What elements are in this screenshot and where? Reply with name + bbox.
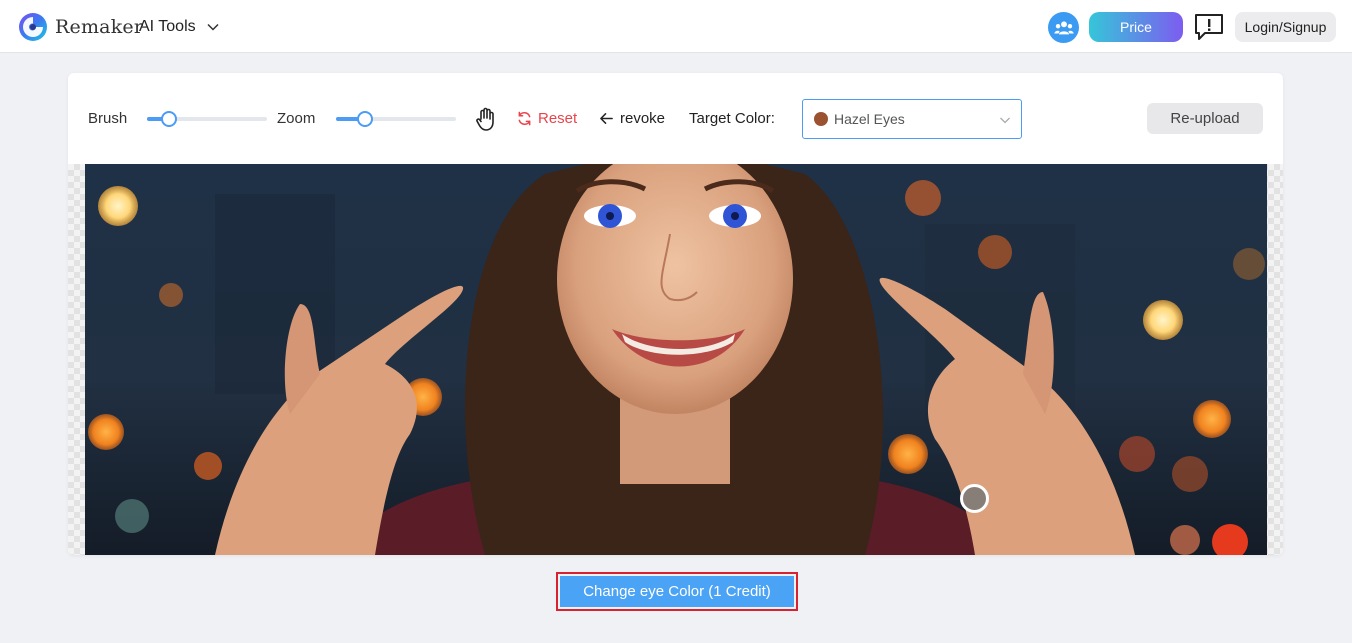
ai-tools-label: AI Tools — [139, 18, 196, 35]
community-icon — [1053, 20, 1074, 34]
revoke-button[interactable]: revoke — [599, 110, 665, 127]
brand-name[interactable]: Remaker — [55, 16, 143, 38]
change-eye-color-button[interactable]: Change eye Color (1 Credit) — [556, 572, 798, 611]
portrait-photo[interactable] — [85, 164, 1267, 555]
refresh-icon — [518, 111, 531, 126]
zoom-slider[interactable] — [336, 111, 456, 127]
feedback-icon[interactable] — [1193, 12, 1225, 42]
editor-toolbar: Brush Zoom Reset revoke Target Color: Ha… — [68, 73, 1283, 164]
chevron-down-icon — [207, 23, 219, 31]
ai-tools-menu[interactable]: AI Tools — [139, 18, 220, 36]
price-button[interactable]: Price — [1089, 12, 1183, 42]
change-eye-color-label: Change eye Color (1 Credit) — [560, 576, 794, 607]
top-header: Remaker AI Tools Price Login/Signup — [0, 0, 1352, 53]
brush-cursor — [960, 484, 989, 513]
remaker-logo[interactable] — [18, 12, 48, 42]
zoom-label: Zoom — [277, 110, 316, 127]
brush-slider[interactable] — [147, 111, 267, 127]
chevron-down-icon — [1000, 117, 1010, 124]
revoke-label: revoke — [620, 110, 666, 127]
reset-label: Reset — [538, 110, 578, 127]
login-signup-button[interactable]: Login/Signup — [1235, 12, 1336, 42]
community-button[interactable] — [1048, 12, 1079, 43]
brush-label: Brush — [88, 110, 128, 127]
brush-slider-thumb[interactable] — [161, 111, 177, 127]
target-color-label: Target Color: — [689, 110, 775, 127]
target-color-select[interactable]: Hazel Eyes — [802, 99, 1022, 139]
arrow-left-icon — [600, 113, 613, 124]
reupload-button[interactable]: Re-upload — [1147, 103, 1263, 134]
zoom-slider-thumb[interactable] — [357, 111, 373, 127]
target-color-value: Hazel Eyes — [834, 111, 905, 127]
hand-icon[interactable] — [475, 107, 497, 131]
canvas-area[interactable] — [68, 164, 1283, 555]
reset-button[interactable]: Reset — [517, 110, 577, 127]
color-swatch — [814, 112, 828, 126]
editor-card: Brush Zoom Reset revoke Target Color: Ha… — [68, 73, 1283, 555]
